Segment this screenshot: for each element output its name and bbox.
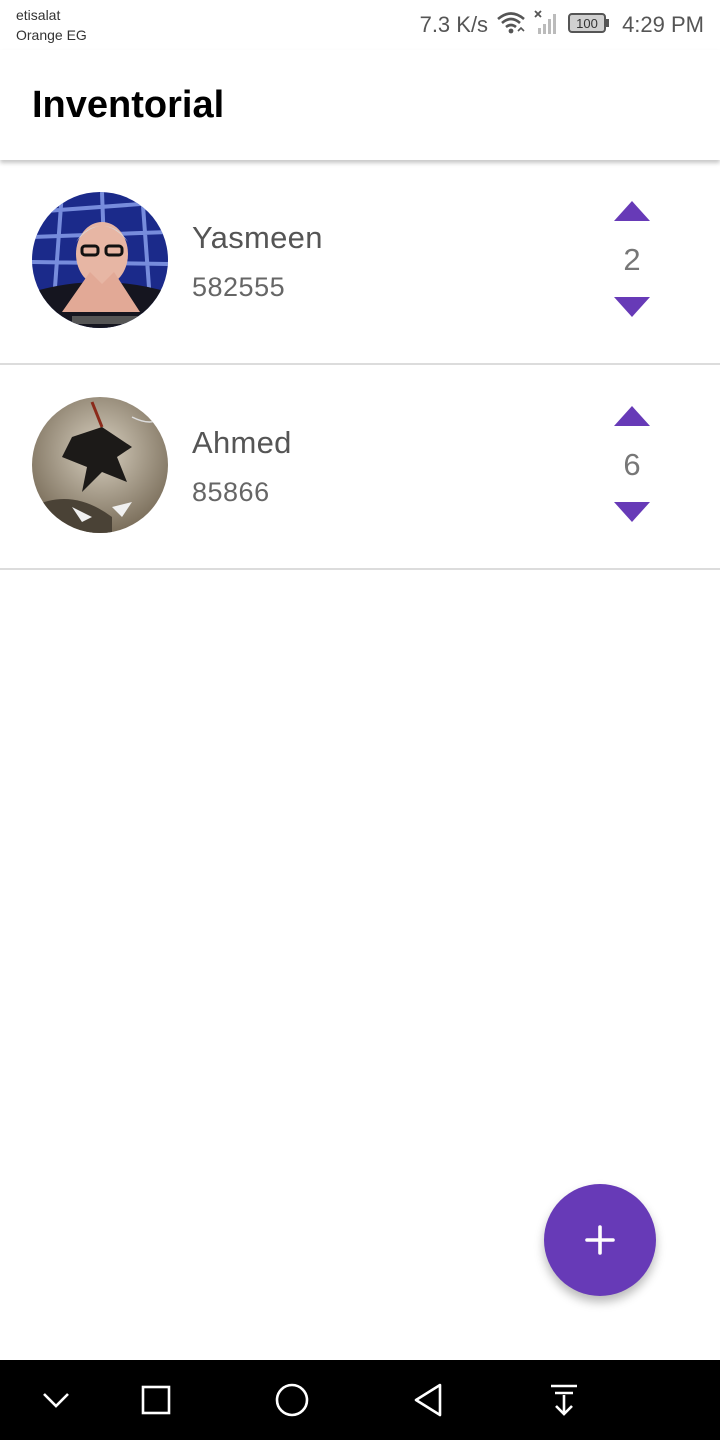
list-item[interactable]: Yasmeen 582555 2: [0, 160, 720, 365]
decrease-quantity-button[interactable]: [612, 292, 652, 322]
arrow-up-icon: [614, 406, 650, 426]
network-speed: 7.3 K/s: [419, 12, 489, 37]
status-indicators: 7.3 K/s 100 4:29 PM: [420, 8, 704, 42]
quantity-value: 6: [623, 447, 641, 482]
app-bar: Inventorial: [0, 50, 720, 160]
system-navigation-bar: [0, 1360, 720, 1440]
decrease-quantity-button[interactable]: [612, 497, 652, 527]
quantity-value: 2: [623, 242, 641, 277]
carrier-name-secondary: Orange EG: [16, 27, 87, 43]
wifi-icon: [496, 11, 526, 40]
inventory-list: Yasmeen 582555 2 Ahmed 85866 6: [0, 160, 720, 570]
item-code: 582555: [192, 272, 286, 302]
plus-icon: [585, 1225, 615, 1255]
signal-no-service-icon: [534, 9, 560, 41]
home-icon[interactable]: [272, 1380, 312, 1420]
arrow-up-icon: [614, 201, 650, 221]
increase-quantity-button[interactable]: [612, 196, 652, 226]
notification-pull-down-icon[interactable]: [544, 1380, 584, 1420]
carrier-info: etisalat Orange EG: [16, 5, 87, 45]
avatar: [32, 397, 168, 533]
item-name: Ahmed: [192, 425, 292, 460]
add-item-button[interactable]: [544, 1184, 656, 1296]
back-icon[interactable]: [408, 1380, 448, 1420]
arrow-down-icon: [614, 297, 650, 317]
carrier-name-primary: etisalat: [16, 7, 61, 23]
avatar: [32, 192, 168, 328]
quantity-stepper: 6: [602, 401, 662, 531]
chevron-down-icon[interactable]: [36, 1380, 76, 1420]
battery-level: 100: [576, 16, 598, 31]
page-title: Inventorial: [32, 84, 225, 126]
item-name: Yasmeen: [192, 220, 323, 255]
clock: 4:29 PM: [622, 12, 704, 37]
increase-quantity-button[interactable]: [612, 401, 652, 431]
quantity-stepper: 2: [602, 196, 662, 326]
list-item[interactable]: Ahmed 85866 6: [0, 365, 720, 570]
arrow-down-icon: [614, 502, 650, 522]
status-bar: etisalat Orange EG 7.3 K/s 100 4:29 PM: [0, 0, 720, 50]
item-code: 85866: [192, 477, 270, 507]
battery-icon: 100: [568, 12, 610, 39]
recent-apps-icon[interactable]: [136, 1380, 176, 1420]
